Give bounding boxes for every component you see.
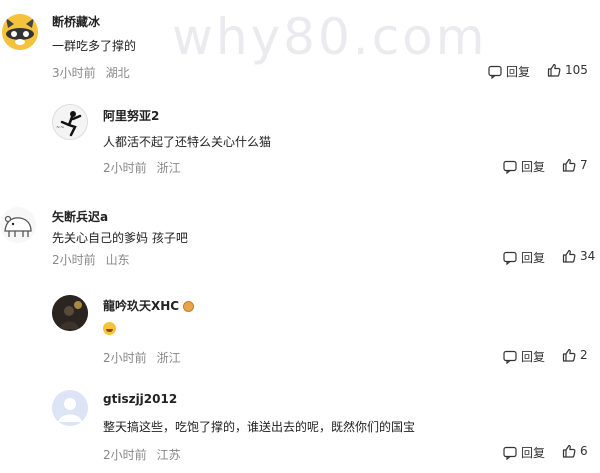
comment-username[interactable]: 断桥藏冰 — [52, 13, 100, 30]
avatar[interactable]: ~~ — [52, 104, 88, 140]
thumbs-up-icon — [547, 63, 561, 77]
reply-button[interactable]: 回复 — [503, 444, 545, 461]
comment-time: 2小时前 — [52, 253, 96, 267]
comment-bubble-icon — [503, 251, 517, 265]
reply-button[interactable]: 回复 — [503, 158, 545, 175]
comment-bubble-icon — [503, 160, 517, 174]
comment-item: 龍吟玖天XHC 2小时前 浙江 回复 2 — [0, 280, 600, 375]
comment-bubble-icon — [503, 446, 517, 460]
comment-location: 浙江 — [156, 161, 181, 175]
like-count: 105 — [565, 63, 588, 77]
comment-bubble-icon — [503, 350, 517, 364]
comment-username[interactable]: 阿里努亚2 — [103, 107, 159, 124]
like-count: 2 — [580, 348, 588, 362]
avatar[interactable] — [2, 14, 38, 50]
reply-label: 回复 — [521, 446, 546, 460]
svg-text:~~: ~~ — [56, 125, 64, 131]
thumbs-up-icon — [562, 249, 576, 263]
comment-item: 断桥藏冰 一群吃多了撑的 3小时前 湖北 回复 105 — [0, 0, 600, 90]
comment-time: 3小时前 — [52, 66, 96, 80]
reply-label: 回复 — [521, 350, 546, 364]
photo-avatar-icon — [52, 295, 88, 331]
comment-time: 2小时前 — [103, 161, 147, 175]
dancer-avatar-icon: ~~ — [53, 105, 87, 139]
default-user-avatar-icon — [52, 390, 88, 426]
reply-label: 回复 — [521, 160, 546, 174]
comment-location: 山东 — [105, 253, 130, 267]
laughing-emoji-icon — [103, 322, 116, 335]
bear-avatar-icon — [0, 207, 36, 243]
comment-meta: 2小时前 江苏 — [103, 446, 181, 463]
comment-meta: 2小时前 山东 — [52, 251, 130, 268]
comment-username-text: 龍吟玖天XHC — [103, 299, 180, 313]
reply-button[interactable]: 回复 — [488, 63, 530, 80]
like-count: 6 — [580, 444, 588, 458]
thumbs-up-icon — [562, 158, 576, 172]
like-button[interactable]: 2 — [562, 348, 588, 362]
comment-meta: 2小时前 浙江 — [103, 159, 181, 176]
like-button[interactable]: 105 — [547, 63, 588, 77]
comment-text: 先关心自己的爹妈 孩子吧 — [52, 231, 188, 245]
avatar[interactable] — [52, 295, 88, 331]
comment-username[interactable]: 龍吟玖天XHC — [103, 297, 195, 314]
thumbs-up-icon — [562, 444, 576, 458]
avatar[interactable] — [52, 390, 88, 426]
reply-button[interactable]: 回复 — [503, 348, 545, 365]
comment-item: 矢断兵迟a 先关心自己的爹妈 孩子吧 2小时前 山东 回复 34 — [0, 185, 600, 280]
thumbs-up-icon — [562, 348, 576, 362]
comment-text: 整天搞这些，吃饱了撑的，谁送出去的呢，既然你们的国宝 — [103, 420, 416, 434]
comment-item: gtiszjj2012 整天搞这些，吃饱了撑的，谁送出去的呢，既然你们的国宝 2… — [0, 375, 600, 473]
raccoon-avatar-icon — [2, 14, 38, 50]
like-button[interactable]: 7 — [562, 158, 588, 172]
reply-button[interactable]: 回复 — [503, 249, 545, 266]
comment-bubble-icon — [488, 65, 502, 79]
level-badge-icon — [183, 301, 195, 312]
comment-location: 湖北 — [105, 66, 130, 80]
comment-item: ~~ 阿里努亚2 人都活不起了还特么关心什么猫 2小时前 浙江 回复 7 — [0, 90, 600, 185]
comment-text: 人都活不起了还特么关心什么猫 — [103, 135, 272, 149]
like-button[interactable]: 34 — [562, 249, 595, 263]
avatar[interactable] — [0, 207, 36, 243]
comment-meta: 3小时前 湖北 — [52, 64, 130, 81]
reply-label: 回复 — [506, 65, 531, 79]
comment-text: 一群吃多了撑的 — [52, 39, 137, 53]
like-button[interactable]: 6 — [562, 444, 588, 458]
like-count: 34 — [580, 249, 596, 263]
comment-meta: 2小时前 浙江 — [103, 349, 181, 366]
comment-location: 江苏 — [156, 448, 181, 462]
like-count: 7 — [580, 158, 588, 172]
comment-username[interactable]: gtiszjj2012 — [103, 392, 177, 406]
comment-username[interactable]: 矢断兵迟a — [52, 208, 108, 225]
comment-time: 2小时前 — [103, 448, 147, 462]
comment-location: 浙江 — [156, 351, 181, 365]
reply-label: 回复 — [521, 251, 546, 265]
comment-text — [103, 322, 116, 338]
comment-time: 2小时前 — [103, 351, 147, 365]
